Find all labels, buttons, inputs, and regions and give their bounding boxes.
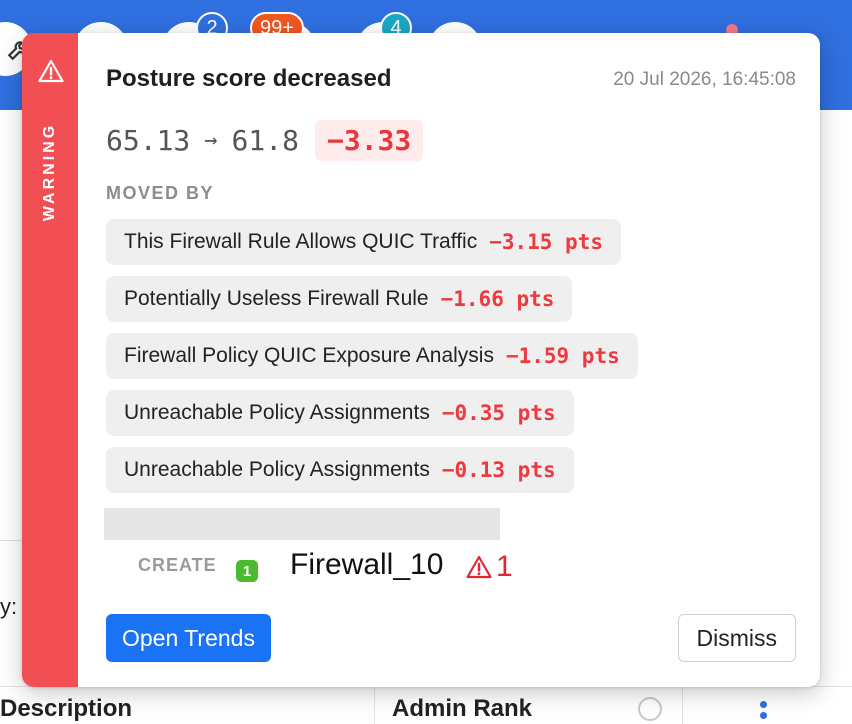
- notification-timestamp: 20 Jul 2026, 16:45:08: [613, 69, 796, 90]
- contributor-chip[interactable]: Unreachable Policy Assignments −0.35 pts: [106, 390, 574, 436]
- contributor-name: Unreachable Policy Assignments: [124, 401, 430, 424]
- score-delta-badge: −3.33: [314, 119, 424, 161]
- contributor-name: Firewall Policy QUIC Exposure Analysis: [124, 344, 494, 367]
- contributor-points: −3.15 pts: [489, 230, 603, 254]
- score-change: 65.13 → 61.8 −3.33: [106, 119, 424, 161]
- notification-title: Posture score decreased: [106, 65, 392, 92]
- warning-icon: [38, 59, 64, 83]
- more-options-icon[interactable]: [760, 701, 768, 724]
- issue-indicator: 1: [466, 550, 513, 584]
- contributor-points: −1.66 pts: [440, 287, 555, 311]
- dismiss-button[interactable]: Dismiss: [677, 614, 796, 662]
- open-trends-button[interactable]: Open Trends: [106, 614, 271, 662]
- posture-notification: WARNING Posture score decreased 20 Jul 2…: [22, 33, 820, 687]
- score-to: 61.8: [231, 123, 299, 157]
- contributor-chip[interactable]: Potentially Useless Firewall Rule −1.66 …: [106, 276, 573, 322]
- field-label: y:: [0, 594, 18, 619]
- column-header-admin-rank[interactable]: Admin Rank: [392, 695, 532, 723]
- column-header-description[interactable]: Description: [0, 695, 132, 723]
- severity-label: WARNING: [41, 122, 58, 222]
- severity-strip: WARNING: [22, 33, 78, 687]
- contributor-points: −0.13 pts: [441, 458, 556, 482]
- contributor-name: This Firewall Rule Allows QUIC Traffic: [124, 230, 478, 253]
- contributor-chip[interactable]: Firewall Policy QUIC Exposure Analysis −…: [106, 333, 638, 379]
- contributor-points: −0.35 pts: [441, 401, 556, 425]
- contributor-name: Unreachable Policy Assignments: [124, 458, 430, 481]
- table-header: Description Admin Rank: [0, 686, 852, 724]
- issue-count: 1: [496, 550, 513, 583]
- warning-icon: [466, 555, 492, 579]
- change-count-badge: 1: [236, 560, 258, 582]
- loading-placeholder: [104, 508, 500, 540]
- contributor-list: This Firewall Rule Allows QUIC Traffic −…: [106, 219, 638, 504]
- sort-icon[interactable]: [638, 697, 662, 721]
- contributor-chip[interactable]: Unreachable Policy Assignments −0.13 pts: [106, 447, 574, 493]
- contributor-name: Potentially Useless Firewall Rule: [124, 287, 429, 310]
- changed-object-name[interactable]: Firewall_10: [290, 548, 443, 582]
- contributor-chip[interactable]: This Firewall Rule Allows QUIC Traffic −…: [106, 219, 621, 265]
- moved-by-heading: MOVED BY: [106, 183, 215, 203]
- score-from: 65.13: [106, 123, 191, 157]
- contributor-points: −1.59 pts: [505, 344, 620, 368]
- arrow-icon: →: [204, 127, 218, 153]
- column-separator: [374, 687, 375, 724]
- change-action-label: CREATE: [138, 555, 217, 575]
- column-separator: [682, 687, 683, 724]
